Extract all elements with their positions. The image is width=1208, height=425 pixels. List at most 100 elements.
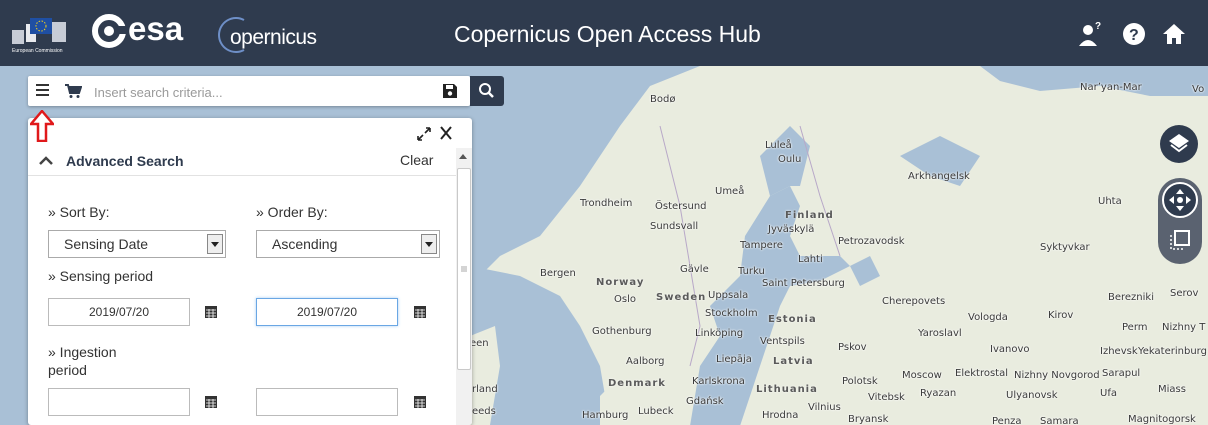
map-label: Gävle	[680, 264, 709, 275]
map-label: Syktyvkar	[1040, 242, 1090, 253]
scroll-thumb[interactable]	[457, 168, 471, 370]
map-label: Gothenburg	[592, 326, 652, 337]
panel-scrollbar[interactable]	[456, 148, 472, 425]
sensing-start-date[interactable]: 2019/07/20	[48, 298, 190, 326]
map-label: Hrodna	[762, 410, 799, 421]
eu-logo-label: European Commission	[12, 48, 63, 54]
map-label: Turku	[738, 266, 765, 277]
ingestion-period-label-line2: period	[48, 362, 87, 378]
map-label: Jyväskylä	[768, 224, 815, 235]
home-icon[interactable]	[1160, 20, 1188, 48]
sort-by-label: » Sort By:	[48, 204, 110, 220]
map-label: Izhevsk	[1100, 346, 1138, 357]
sort-by-select[interactable]: Sensing Date	[48, 230, 226, 258]
save-icon[interactable]	[442, 83, 458, 99]
select-area-icon[interactable]	[1168, 228, 1192, 252]
map-label: rland	[472, 384, 498, 395]
map-label: Vilnius	[808, 402, 841, 413]
order-by-value: Ascending	[272, 236, 338, 252]
calendar-icon[interactable]	[205, 395, 217, 408]
scroll-up-arrow[interactable]	[459, 154, 467, 159]
menu-icon[interactable]	[36, 84, 50, 98]
chevron-up-icon	[39, 156, 53, 165]
user-help-icon[interactable]: ?	[1076, 20, 1104, 48]
calendar-icon[interactable]	[205, 305, 217, 318]
search-bar	[28, 76, 470, 106]
map-label: Berezniki	[1108, 292, 1154, 303]
map-label: Lahti	[798, 254, 823, 265]
map-label: Nizhny Novgorod	[1014, 370, 1100, 381]
map-label: Norway	[596, 277, 645, 288]
ingestion-period-label-line1: » Ingestion	[48, 344, 117, 360]
esa-logo-text: esa	[128, 10, 184, 47]
map-label: Estonia	[768, 314, 817, 325]
layers-button[interactable]	[1160, 125, 1198, 163]
map-label: Miass	[1158, 384, 1186, 395]
map-label: Samara	[1040, 416, 1079, 425]
map-label: Narʼyan-Mar	[1080, 82, 1142, 93]
sensing-end-date[interactable]: 2019/07/20	[256, 298, 398, 326]
map-label: Vitebsk	[868, 392, 905, 403]
copernicus-logo: opernicus	[218, 14, 338, 54]
map-label: Bergen	[540, 268, 576, 279]
svg-text:?: ?	[1095, 21, 1101, 32]
map-label: Moscow	[902, 370, 942, 381]
map-label: Umeå	[715, 186, 745, 197]
chevron-down-icon	[421, 234, 437, 254]
map-label: Luleå	[765, 140, 792, 151]
map-label: Aalborg	[626, 356, 665, 367]
map-label: Vologda	[968, 312, 1008, 323]
advanced-search-title: Advanced Search	[66, 153, 184, 169]
map-label: Yaroslavl	[918, 328, 962, 339]
clear-button[interactable]: Clear	[400, 152, 433, 168]
grip-icon	[461, 266, 467, 272]
map-label: Vo	[1192, 84, 1205, 95]
map-label: Serov	[1170, 288, 1199, 299]
map-label: Ryazan	[920, 388, 957, 399]
esa-logo: esa	[92, 10, 210, 48]
layers-icon	[1169, 134, 1189, 153]
map-tools-group	[1158, 178, 1202, 264]
map-label: Kirov	[1048, 310, 1074, 321]
map-label: Elektrostal	[955, 368, 1009, 379]
close-icon[interactable]	[438, 124, 454, 142]
map-label: Bodø	[650, 94, 676, 105]
cart-icon[interactable]	[64, 83, 82, 99]
svg-text:?: ?	[1129, 27, 1139, 44]
map-label: Uppsala	[708, 290, 749, 301]
search-icon	[479, 83, 494, 98]
map-label: Uhta	[1098, 196, 1122, 207]
expand-icon[interactable]	[416, 124, 432, 142]
help-icon[interactable]: ?	[1120, 20, 1148, 48]
order-by-select[interactable]: Ascending	[256, 230, 440, 258]
copernicus-logo-text: opernicus	[230, 26, 317, 49]
map-label: Nizhny T	[1162, 322, 1206, 333]
map-label: Linköping	[695, 328, 744, 339]
calendar-icon[interactable]	[414, 395, 426, 408]
search-button[interactable]	[470, 76, 504, 106]
map-label: Ventspils	[760, 336, 805, 347]
ingestion-end-date[interactable]	[256, 388, 398, 416]
ingestion-start-date[interactable]	[48, 388, 190, 416]
red-arrow-up-icon	[30, 110, 54, 142]
map-label: Tampere	[740, 240, 783, 251]
map-label: Cherepovets	[882, 296, 946, 307]
map-label: Polotsk	[842, 376, 878, 387]
map-label: Ufa	[1100, 388, 1117, 399]
pan-button[interactable]	[1162, 182, 1198, 218]
map-label: Oslo	[614, 294, 636, 305]
app-title: Copernicus Open Access Hub	[454, 21, 761, 47]
map-label: Penza	[992, 416, 1022, 425]
map-label: Arkhangelsk	[908, 171, 970, 182]
map-label: een	[470, 338, 489, 349]
order-by-label: » Order By:	[256, 204, 328, 220]
search-input[interactable]	[92, 81, 436, 103]
map-label: Ivanovo	[990, 344, 1030, 355]
map-label: Karlskrona	[692, 376, 745, 387]
calendar-icon[interactable]	[414, 305, 426, 318]
map-label: Pskov	[838, 342, 867, 353]
map-label: Lubeck	[638, 406, 674, 417]
map-label: Hamburg	[582, 410, 629, 421]
advanced-search-header[interactable]: Advanced Search Clear	[28, 145, 456, 176]
esa-emblem-icon	[92, 14, 126, 48]
